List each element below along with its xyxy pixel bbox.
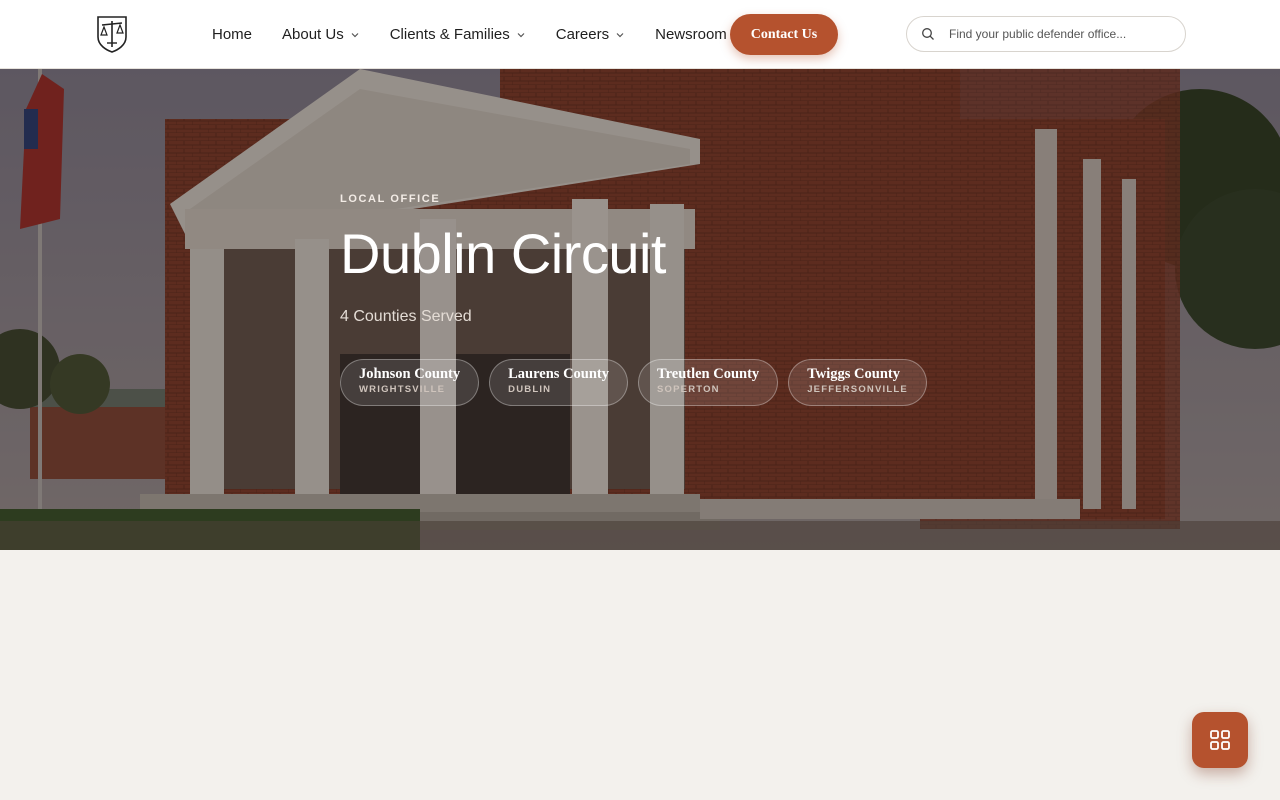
county-name: Laurens County [508, 366, 609, 382]
nav-home-label: Home [212, 26, 253, 43]
scales-of-justice-shield-icon [97, 16, 127, 53]
county-chip-johnson[interactable]: Johnson County WRIGHTSVILLE [340, 359, 480, 406]
county-city: JEFFERSONVILLE [807, 384, 908, 395]
nav-clients-families[interactable]: Clients & Families [390, 26, 526, 43]
county-name: Treutlen County [657, 366, 760, 382]
county-city: WRIGHTSVILLE [359, 384, 446, 395]
search-input[interactable] [949, 27, 1169, 41]
nav-about-us[interactable]: About Us [282, 26, 360, 43]
nav-newsroom[interactable]: Newsroom [655, 26, 727, 43]
search-icon [922, 28, 934, 40]
county-chip-twiggs[interactable]: Twiggs County JEFFERSONVILLE [788, 359, 927, 406]
county-chip-treutlen[interactable]: Treutlen County SOPERTON [638, 359, 779, 406]
page-title: Dublin Circuit [340, 222, 667, 285]
hero-overlay [0, 69, 1280, 550]
county-name: Twiggs County [807, 366, 900, 382]
hero-banner: LOCAL OFFICE Dublin Circuit 4 Counties S… [0, 69, 1280, 550]
chevron-down-icon [517, 32, 525, 37]
nav-careers[interactable]: Careers [556, 26, 625, 43]
hero-subtitle: 4 Counties Served [340, 308, 472, 325]
county-city: SOPERTON [657, 384, 720, 395]
nav-clients-families-label: Clients & Families [389, 26, 510, 43]
county-chip-laurens[interactable]: Laurens County DUBLIN [489, 359, 628, 406]
nav-home[interactable]: Home [212, 26, 252, 43]
nav-careers-label: Careers [555, 26, 610, 43]
contact-us-button[interactable]: Contact Us [730, 14, 838, 55]
office-search [906, 16, 1186, 52]
grid-apps-icon [1210, 730, 1230, 750]
hero-eyebrow: LOCAL OFFICE [340, 193, 441, 205]
site-header: Home About Us Clients & Families Careers… [0, 0, 1280, 69]
logo[interactable] [96, 15, 128, 53]
nav-newsroom-label: Newsroom [655, 26, 727, 43]
county-city: DUBLIN [508, 384, 552, 395]
apps-menu-button[interactable] [1192, 712, 1248, 768]
chevron-down-icon [351, 32, 359, 37]
chevron-down-icon [616, 32, 624, 37]
county-name: Johnson County [359, 366, 461, 382]
nav-about-us-label: About Us [282, 26, 344, 43]
main-nav: Home About Us Clients & Families Careers… [212, 0, 757, 69]
county-chips: Johnson County WRIGHTSVILLE Laurens Coun… [340, 359, 937, 406]
